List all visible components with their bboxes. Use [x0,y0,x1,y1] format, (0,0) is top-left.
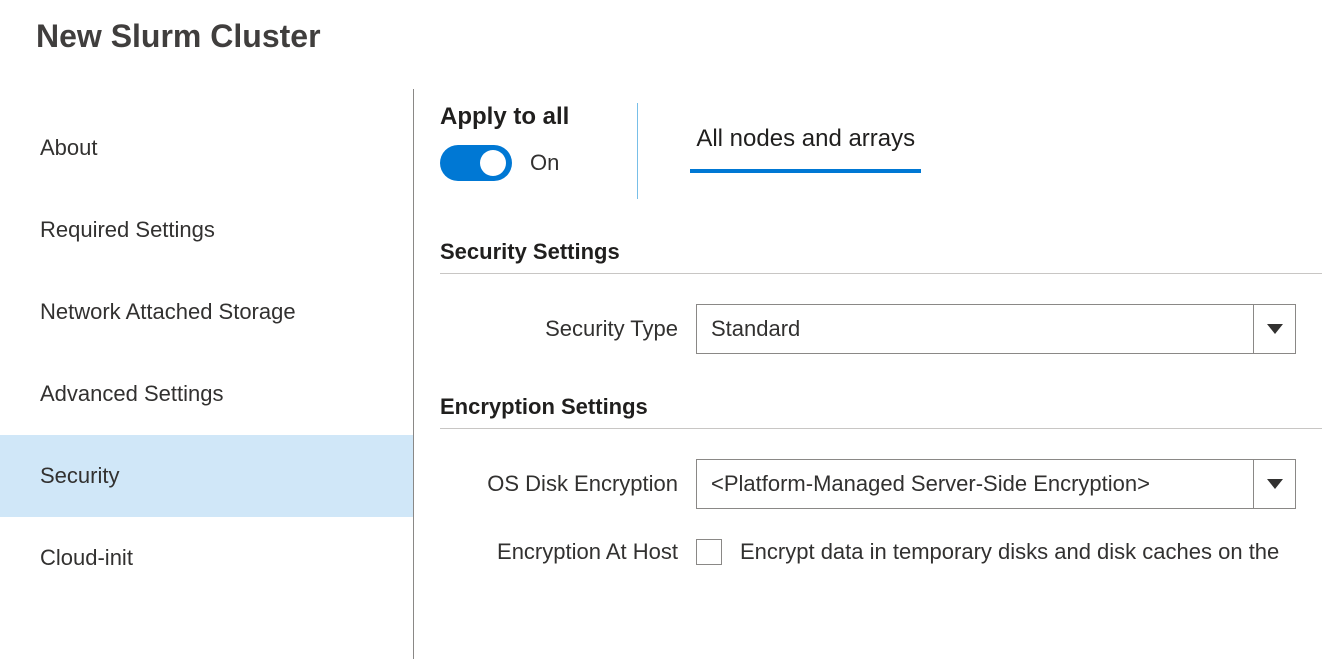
apply-to-all-toggle-row: On [440,145,569,181]
section-header-encryption: Encryption Settings [440,394,1322,429]
security-type-caret [1253,305,1295,353]
main-panel: Apply to all On All nodes and arrays Sec… [414,89,1322,659]
encryption-at-host-description: Encrypt data in temporary disks and disk… [740,539,1279,565]
os-disk-encryption-label: OS Disk Encryption [440,471,696,497]
os-disk-encryption-select[interactable]: <Platform-Managed Server-Side Encryption… [696,459,1296,509]
content-wrapper: About Required Settings Network Attached… [0,89,1322,659]
form-row-encryption-at-host: Encryption At Host Encrypt data in tempo… [440,539,1322,565]
sidebar-item-advanced-settings[interactable]: Advanced Settings [0,353,413,435]
security-type-label: Security Type [440,316,696,342]
sidebar-item-cloud-init[interactable]: Cloud-init [0,517,413,599]
tab-bar: All nodes and arrays [638,103,921,173]
chevron-down-icon [1267,479,1283,489]
tab-all-nodes-and-arrays[interactable]: All nodes and arrays [690,121,921,173]
top-row: Apply to all On All nodes and arrays [440,103,1322,199]
encryption-at-host-checkbox[interactable] [696,539,722,565]
apply-to-all-label: Apply to all [440,103,569,131]
apply-to-all-toggle[interactable] [440,145,512,181]
sidebar: About Required Settings Network Attached… [0,89,414,659]
encryption-at-host-label: Encryption At Host [440,539,696,565]
form-row-os-disk-encryption: OS Disk Encryption <Platform-Managed Ser… [440,459,1322,509]
toggle-knob [480,150,506,176]
chevron-down-icon [1267,324,1283,334]
page-title: New Slurm Cluster [0,0,1322,55]
sidebar-item-about[interactable]: About [0,107,413,189]
apply-to-all-block: Apply to all On [440,103,638,199]
section-header-security: Security Settings [440,239,1322,274]
sidebar-item-security[interactable]: Security [0,435,413,517]
form-row-security-type: Security Type Standard [440,304,1322,354]
sidebar-item-network-attached-storage[interactable]: Network Attached Storage [0,271,413,353]
os-disk-encryption-caret [1253,460,1295,508]
os-disk-encryption-value: <Platform-Managed Server-Side Encryption… [697,471,1150,497]
apply-to-all-state-text: On [530,150,559,176]
security-type-select[interactable]: Standard [696,304,1296,354]
sidebar-item-required-settings[interactable]: Required Settings [0,189,413,271]
security-type-value: Standard [697,316,800,342]
